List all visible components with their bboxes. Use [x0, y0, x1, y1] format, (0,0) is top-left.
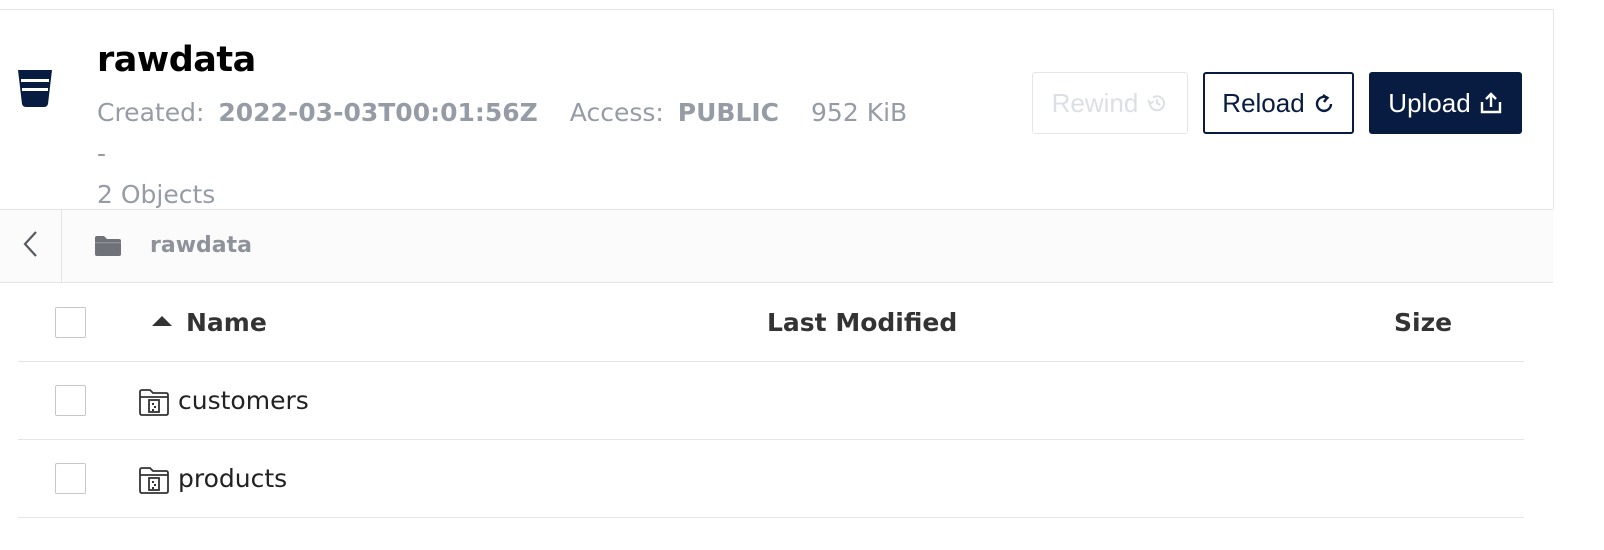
rewind-button[interactable]: Rewind: [1032, 72, 1188, 134]
select-all-checkbox[interactable]: [55, 307, 86, 338]
row-checkbox[interactable]: [55, 385, 86, 416]
folder-prefix-icon: [138, 387, 170, 417]
back-button[interactable]: [0, 210, 62, 282]
object-table: Name Last Modified Size customers produc…: [18, 284, 1524, 518]
column-header-last-modified[interactable]: Last Modified: [767, 308, 957, 337]
upload-label: Upload: [1388, 87, 1471, 118]
object-name[interactable]: customers: [178, 386, 309, 415]
bucket-title: rawdata: [97, 40, 256, 80]
bucket-meta: Created: 2022-03-03T00:01:56Z Access: PUB…: [97, 92, 917, 215]
rewind-label: Rewind: [1051, 87, 1139, 118]
table-row[interactable]: customers: [18, 362, 1524, 440]
created-value: 2022-03-03T00:01:56Z: [218, 98, 538, 127]
reload-label: Reload: [1222, 87, 1305, 118]
refresh-icon: [1313, 91, 1335, 115]
right-divider: [1553, 9, 1554, 209]
column-header-size[interactable]: Size: [1394, 308, 1452, 337]
history-icon: [1146, 92, 1168, 114]
created-label: Created:: [97, 98, 205, 127]
folder-prefix-icon: [138, 465, 170, 495]
chevron-left-icon: [21, 229, 41, 264]
bucket-icon: [16, 68, 54, 108]
object-count: 2 Objects: [97, 180, 216, 209]
access-value: PUBLIC: [677, 98, 780, 127]
upload-icon: [1479, 91, 1503, 115]
reload-button[interactable]: Reload: [1203, 72, 1354, 134]
breadcrumb-path[interactable]: rawdata: [150, 233, 252, 258]
access-label: Access:: [569, 98, 664, 127]
sort-ascending-icon[interactable]: [152, 316, 172, 326]
column-header-name[interactable]: Name: [186, 308, 267, 337]
breadcrumb-bar: rawdata: [0, 209, 1553, 283]
object-name[interactable]: products: [178, 464, 287, 493]
table-row[interactable]: products: [18, 440, 1524, 518]
table-header-row: Name Last Modified Size: [18, 284, 1524, 362]
top-divider: [0, 9, 1553, 10]
upload-button[interactable]: Upload: [1369, 72, 1522, 134]
folder-icon: [94, 235, 122, 257]
row-checkbox[interactable]: [55, 463, 86, 494]
